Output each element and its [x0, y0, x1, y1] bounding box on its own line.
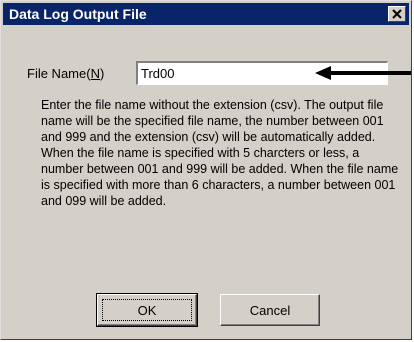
dialog-title: Data Log Output File — [9, 6, 147, 22]
cancel-button[interactable]: Cancel — [220, 294, 320, 326]
description-paragraph-1: Enter the file name without the extensio… — [41, 98, 384, 144]
ok-button[interactable]: OK — [96, 293, 198, 327]
ok-button-label: OK — [137, 302, 157, 318]
title-bar[interactable]: Data Log Output File — [3, 3, 409, 25]
cancel-button-label: Cancel — [249, 302, 291, 318]
left-arrow-icon — [315, 66, 411, 80]
file-name-label-suffix: ) — [99, 66, 105, 81]
file-name-label: File Name(N) — [27, 66, 104, 81]
close-button[interactable] — [388, 6, 406, 22]
description-text: Enter the file name without the extensio… — [41, 97, 401, 209]
file-name-label-accelerator: N — [90, 66, 100, 81]
data-log-output-dialog: Data Log Output File File Name(N) Enter … — [0, 0, 412, 340]
close-icon — [392, 9, 402, 19]
file-name-label-prefix: File Name( — [27, 66, 91, 81]
description-paragraph-2: When the file name is specified with 5 c… — [41, 146, 399, 208]
